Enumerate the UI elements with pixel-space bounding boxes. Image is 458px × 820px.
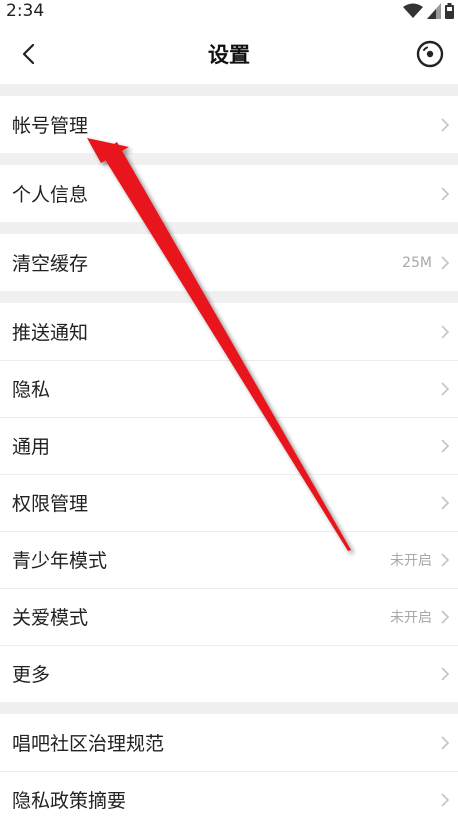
settings-row-privacy[interactable]: 隐私 [0, 360, 458, 417]
settings-row-personal-info[interactable]: 个人信息 [0, 165, 458, 222]
chevron-right-icon [441, 324, 450, 339]
nav-bar: 设置 [0, 24, 458, 84]
settings-row-label: 推送通知 [12, 322, 89, 344]
wifi-icon [403, 3, 423, 18]
settings-row-account-management[interactable]: 帐号管理 [0, 96, 458, 153]
status-bar: 2:34 [0, 0, 458, 24]
chevron-right-icon [441, 792, 450, 807]
settings-row-care-mode[interactable]: 关爱模式 未开启 [0, 588, 458, 645]
settings-row-push-notifications[interactable]: 推送通知 [0, 303, 458, 360]
settings-row-label: 隐私政策摘要 [12, 790, 127, 812]
settings-row-clear-cache[interactable]: 清空缓存 25M [0, 234, 458, 291]
chevron-right-icon [441, 117, 450, 132]
settings-row-value: 未开启 [390, 552, 432, 569]
settings-list: 帐号管理 个人信息 清空缓存 25M 推送通知 隐私 通用 权限管理 青少年模式 未开启 关爱模式未… [0, 84, 458, 820]
settings-row-label: 清空缓存 [12, 253, 89, 275]
status-time: 2:34 [6, 1, 45, 21]
settings-row-more[interactable]: 更多 [0, 645, 458, 702]
chevron-right-icon [441, 255, 450, 270]
chevron-right-icon [441, 735, 450, 750]
status-icons [403, 3, 454, 19]
settings-group: 个人信息 [0, 165, 458, 222]
group-separator [0, 702, 458, 714]
settings-row-label: 青少年模式 [12, 550, 108, 572]
settings-row-label: 权限管理 [12, 493, 89, 515]
signal-icon [427, 3, 441, 19]
settings-row-label: 帐号管理 [12, 115, 89, 137]
group-separator [0, 291, 458, 303]
group-separator [0, 153, 458, 165]
chevron-right-icon [441, 609, 450, 624]
settings-row-value: 未开启 [390, 609, 432, 626]
disc-icon [416, 40, 444, 68]
settings-row-value: 25M [402, 254, 432, 271]
chevron-right-icon [441, 438, 450, 453]
settings-group: 唱吧社区治理规范 隐私政策摘要 [0, 714, 458, 820]
back-arrow-icon [22, 43, 35, 65]
settings-row-label: 隐私 [12, 379, 51, 401]
settings-row-label: 个人信息 [12, 184, 89, 206]
settings-row-permission-management[interactable]: 权限管理 [0, 474, 458, 531]
settings-row-teen-mode[interactable]: 青少年模式 未开启 [0, 531, 458, 588]
settings-row-label: 关爱模式 [12, 607, 89, 629]
settings-row-label: 通用 [12, 436, 51, 458]
chevron-right-icon [441, 666, 450, 681]
chevron-right-icon [441, 381, 450, 396]
group-separator [0, 84, 458, 96]
settings-row-general[interactable]: 通用 [0, 417, 458, 474]
back-button[interactable] [12, 38, 44, 70]
disc-button[interactable] [416, 40, 444, 68]
page-title: 设置 [208, 43, 250, 67]
settings-row-label: 更多 [12, 664, 51, 686]
group-separator [0, 222, 458, 234]
settings-row-community-guidelines[interactable]: 唱吧社区治理规范 [0, 714, 458, 771]
chevron-right-icon [441, 495, 450, 510]
settings-group: 帐号管理 [0, 96, 458, 153]
settings-row-label: 唱吧社区治理规范 [12, 733, 165, 755]
chevron-right-icon [441, 186, 450, 201]
settings-group: 清空缓存 25M [0, 234, 458, 291]
settings-row-privacy-policy-summary[interactable]: 隐私政策摘要 [0, 771, 458, 820]
settings-group: 推送通知 隐私 通用 权限管理 青少年模式 未开启 关爱模式 未开启 更多 [0, 303, 458, 702]
chevron-right-icon [441, 552, 450, 567]
battery-icon [445, 3, 454, 19]
